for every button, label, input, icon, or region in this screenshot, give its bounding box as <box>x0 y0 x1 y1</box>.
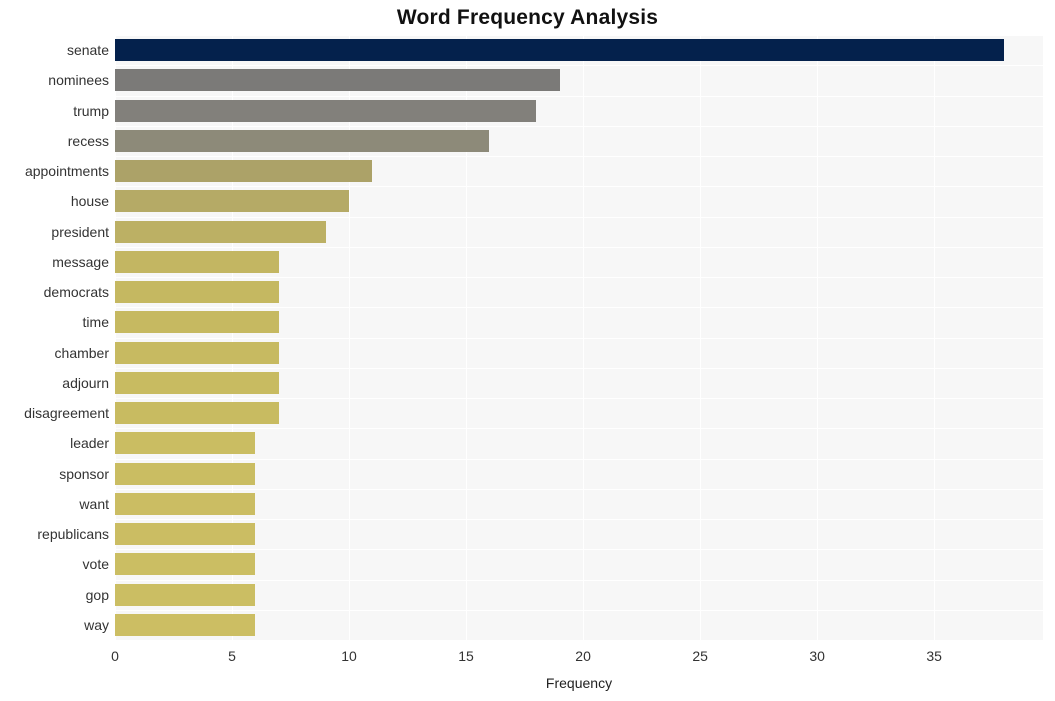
bar-fill <box>115 402 279 425</box>
y-tick-label: message <box>52 253 109 270</box>
bar-fill <box>115 583 256 606</box>
bar-fill <box>115 492 256 515</box>
bar-fill <box>115 69 560 92</box>
bar <box>115 462 256 485</box>
bar <box>115 39 1005 62</box>
x-tick-label: 15 <box>458 648 474 664</box>
bar <box>115 220 326 243</box>
bar-fill <box>115 432 256 455</box>
y-tick-label: chamber <box>54 344 109 361</box>
word-frequency-chart: Word Frequency Analysis senate nominees tr… <box>0 0 1055 701</box>
bar-fill <box>115 250 279 273</box>
gridline-horizontal <box>115 186 1043 188</box>
gridline-horizontal <box>115 35 1043 36</box>
bar <box>115 129 490 152</box>
y-tick-label: president <box>51 223 109 240</box>
y-tick-label: nominees <box>48 72 109 89</box>
gridline-horizontal <box>115 307 1043 309</box>
gridline-horizontal <box>115 246 1043 248</box>
bar <box>115 160 373 183</box>
bar-fill <box>115 523 256 546</box>
x-tick-label: 10 <box>341 648 357 664</box>
bar <box>115 281 279 304</box>
y-tick-label: vote <box>82 556 109 573</box>
bar <box>115 402 279 425</box>
y-tick-label: sponsor <box>59 465 109 482</box>
bar <box>115 250 279 273</box>
gridline-horizontal <box>115 65 1043 67</box>
bar <box>115 371 279 394</box>
bar-fill <box>115 311 279 334</box>
bar-fill <box>115 553 256 576</box>
gridline-horizontal <box>115 398 1043 399</box>
y-tick-label: adjourn <box>62 374 109 391</box>
y-tick-label: democrats <box>43 284 109 301</box>
x-tick-label: 5 <box>228 648 236 664</box>
y-tick-label: appointments <box>24 163 109 180</box>
x-tick-label: 35 <box>926 648 942 664</box>
gridline-horizontal <box>115 367 1043 369</box>
gridline-horizontal <box>115 609 1043 611</box>
y-tick-label: time <box>82 314 109 331</box>
y-tick-label: recess <box>67 132 109 149</box>
bar-fill <box>115 281 279 304</box>
chart-title: Word Frequency Analysis <box>396 6 659 29</box>
y-tick-label: trump <box>73 102 109 119</box>
gridline-horizontal <box>115 277 1043 278</box>
gridline-horizontal <box>115 579 1043 581</box>
bar <box>115 341 279 364</box>
bar-fill <box>115 220 326 243</box>
gridline-horizontal <box>115 428 1043 430</box>
x-tick-label: 20 <box>575 648 591 664</box>
y-tick-label: senate <box>66 42 109 59</box>
x-tick-label: 25 <box>692 648 708 664</box>
y-tick-label: leader <box>70 435 109 452</box>
y-tick-label: way <box>84 616 109 633</box>
bar <box>115 99 537 122</box>
bar <box>115 523 256 546</box>
x-tick-label: 30 <box>809 648 825 664</box>
y-tick-label: house <box>70 193 109 210</box>
bar-fill <box>115 39 1005 62</box>
bar <box>115 492 256 515</box>
bar <box>115 583 256 606</box>
gridline-horizontal <box>115 216 1043 218</box>
bar <box>115 190 350 213</box>
y-tick-label: disagreement <box>24 405 109 422</box>
gridline-horizontal <box>115 125 1043 127</box>
gridline-horizontal <box>115 337 1043 339</box>
bar <box>115 69 560 92</box>
gridline-horizontal <box>115 95 1043 97</box>
bar <box>115 311 279 334</box>
bar-fill <box>115 129 490 152</box>
bar-fill <box>115 99 537 122</box>
x-tick-label: 0 <box>111 648 119 664</box>
gridline-horizontal <box>115 156 1043 157</box>
bar-fill <box>115 160 373 183</box>
plot-area <box>115 35 1043 640</box>
gridline-horizontal <box>115 519 1043 520</box>
bar <box>115 553 256 576</box>
y-tick-label: want <box>79 495 109 512</box>
x-axis-label: Frequency <box>545 675 613 691</box>
y-tick-label: republicans <box>37 526 109 543</box>
bar-fill <box>115 613 256 636</box>
bar-fill <box>115 341 279 364</box>
y-tick-label: gop <box>85 586 109 603</box>
bar <box>115 613 256 636</box>
bar <box>115 432 256 455</box>
gridline-horizontal <box>115 488 1043 490</box>
bar-fill <box>115 462 256 485</box>
bar-fill <box>115 190 350 213</box>
bar-fill <box>115 371 279 394</box>
gridline-horizontal <box>115 549 1043 551</box>
gridline-horizontal <box>115 458 1043 460</box>
